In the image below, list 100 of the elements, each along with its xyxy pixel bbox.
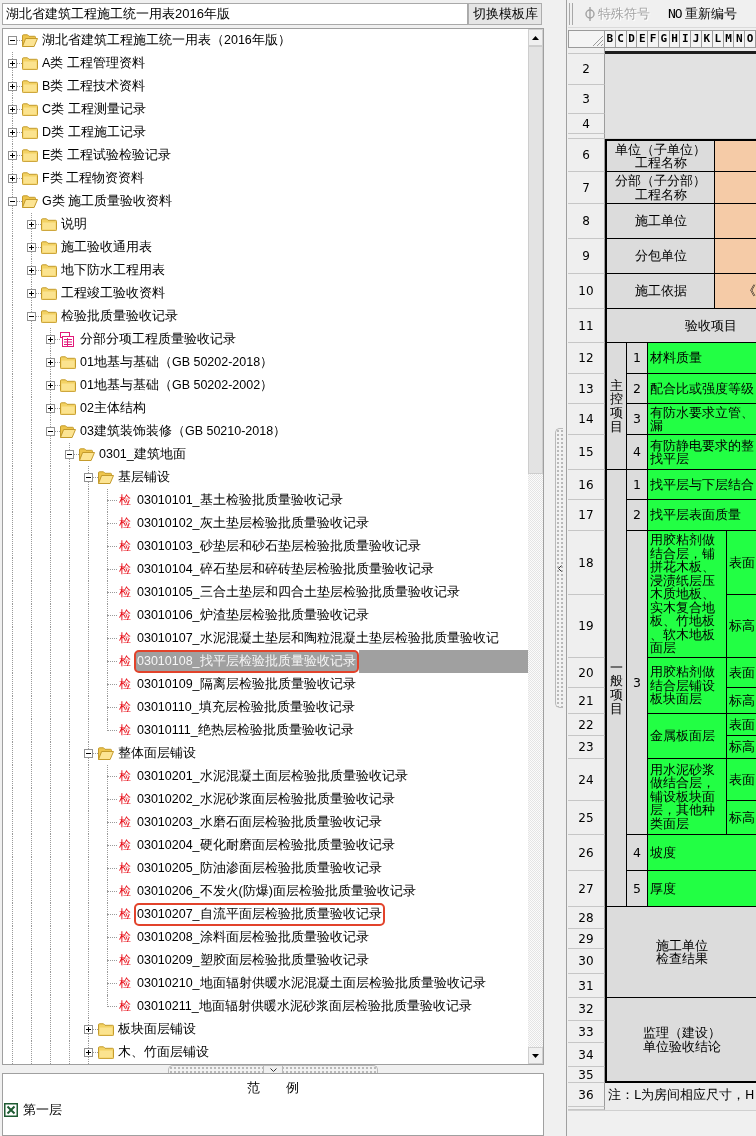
scroll-up-button[interactable]: [528, 29, 543, 46]
tree-item[interactable]: 施工验收通用表: [58, 236, 155, 259]
plus-box-icon[interactable]: [84, 1025, 93, 1034]
tree-item[interactable]: 03010202_水泥砂浆面层检验批质量验收记录: [134, 788, 398, 811]
library-field[interactable]: 湖北省建筑工程施工统一用表2016年版: [2, 3, 468, 25]
row-header[interactable]: 23: [568, 736, 605, 759]
tree-item[interactable]: 03010101_基土检验批质量验收记录: [134, 489, 346, 512]
row-header[interactable]: 18: [568, 531, 605, 595]
minus-box-icon[interactable]: [65, 450, 74, 459]
tree-item[interactable]: 说明: [58, 213, 90, 236]
tree-item[interactable]: 03010201_水泥混凝土面层检验批质量验收记录: [134, 765, 411, 788]
row-header[interactable]: 24: [568, 759, 605, 801]
plus-box-icon[interactable]: [46, 358, 55, 367]
row-header[interactable]: 8: [568, 204, 605, 239]
row-header[interactable]: 3: [568, 85, 605, 114]
tree-item[interactable]: 03010105_三合土垫层和四合土垫层检验批质量验收记录: [134, 581, 463, 604]
plus-box-icon[interactable]: [8, 82, 17, 91]
tree-item[interactable]: 03010110_填充层检验批质量验收记录: [134, 696, 358, 719]
row-header[interactable]: 14: [568, 404, 605, 435]
value-field[interactable]: [715, 204, 756, 239]
tree-item[interactable]: 01地基与基础（GB 50202-2002）: [77, 374, 277, 397]
splitter-handle[interactable]: [555, 428, 563, 708]
row-header[interactable]: 36: [568, 1083, 605, 1107]
tree-item[interactable]: 03010206_不发火(防爆)面层检验批质量验收记录: [134, 880, 419, 903]
value-field[interactable]: [715, 139, 756, 172]
plus-box-icon[interactable]: [27, 266, 36, 275]
row-header[interactable]: 21: [568, 688, 605, 714]
column-header[interactable]: F: [648, 30, 659, 48]
plus-box-icon[interactable]: [46, 335, 55, 344]
column-header[interactable]: G: [658, 30, 670, 48]
row-header[interactable]: 25: [568, 801, 605, 835]
tree-item[interactable]: 03010106_炉渣垫层检验批质量验收记录: [134, 604, 372, 627]
column-header[interactable]: O: [745, 30, 756, 48]
tree-item[interactable]: 湖北省建筑工程施工统一用表（2016年版）: [39, 29, 294, 52]
row-header[interactable]: 33: [568, 1021, 605, 1043]
scrollbar-thumb[interactable]: [528, 46, 543, 474]
tree-item[interactable]: A类 工程管理资料: [39, 52, 148, 75]
tree-item[interactable]: 板块面层铺设: [115, 1018, 199, 1041]
row-header[interactable]: 9: [568, 239, 605, 274]
tree-item[interactable]: 整体面层铺设: [115, 742, 199, 765]
tree-item[interactable]: 工程竣工验收资料: [58, 282, 168, 305]
minus-box-icon[interactable]: [8, 197, 17, 206]
column-header[interactable]: L: [712, 30, 724, 48]
row-header[interactable]: 2: [568, 54, 605, 85]
minus-box-icon[interactable]: [27, 312, 36, 321]
tree-item[interactable]: 地下防水工程用表: [58, 259, 168, 282]
tree-item[interactable]: 03010102_灰土垫层检验批质量验收记录: [134, 512, 372, 535]
scroll-down-button[interactable]: [528, 1047, 543, 1064]
tree-item[interactable]: 03010107_水泥混凝土垫层和陶粒混凝土垫层检验批质量验收记: [134, 627, 502, 650]
toolbar-button[interactable]: NO 重新编号: [664, 1, 741, 26]
tree-item[interactable]: G类 施工质量验收资料: [39, 190, 176, 213]
tree-item[interactable]: 03010207_自流平面层检验批质量验收记录: [134, 903, 385, 926]
row-header[interactable]: 32: [568, 998, 605, 1021]
row-header[interactable]: 17: [568, 500, 605, 531]
row-header[interactable]: 6: [568, 139, 605, 172]
plus-box-icon[interactable]: [8, 151, 17, 160]
plus-box-icon[interactable]: [46, 381, 55, 390]
plus-box-icon[interactable]: [8, 105, 17, 114]
row-header[interactable]: 19: [568, 595, 605, 658]
row-header[interactable]: 29: [568, 929, 605, 949]
row-header[interactable]: 12: [568, 343, 605, 374]
plus-box-icon[interactable]: [27, 243, 36, 252]
tree-item[interactable]: 木、竹面层铺设: [115, 1041, 212, 1064]
tree-item[interactable]: C类 工程测量记录: [39, 98, 149, 121]
tree-item[interactable]: D类 工程施工记录: [39, 121, 149, 144]
row-header[interactable]: 27: [568, 871, 605, 907]
tree-item[interactable]: 03010211_地面辐射供暖水泥砂浆面层检验批质量验收记录: [134, 995, 475, 1018]
row-header[interactable]: 20: [568, 658, 605, 688]
tree-item[interactable]: 03010111_绝热层检验批质量验收记录: [134, 719, 357, 742]
row-header[interactable]: 30: [568, 949, 605, 974]
tree-item[interactable]: 03建筑装饰装修（GB 50210-2018）: [77, 420, 290, 443]
tree-item[interactable]: 02主体结构: [77, 397, 149, 420]
tree-item[interactable]: 分部分项工程质量验收记录: [77, 328, 239, 351]
minus-box-icon[interactable]: [84, 749, 93, 758]
switch-library-button[interactable]: 切换模板库: [468, 3, 542, 25]
minus-box-icon[interactable]: [46, 427, 55, 436]
plus-box-icon[interactable]: [84, 1048, 93, 1057]
row-header[interactable]: 34: [568, 1043, 605, 1067]
row-header[interactable]: 11: [568, 309, 605, 343]
plus-box-icon[interactable]: [27, 289, 36, 298]
row-header[interactable]: 28: [568, 907, 605, 929]
row-header[interactable]: 16: [568, 470, 605, 500]
tree-item[interactable]: 03010209_塑胶面层检验批质量验收记录: [134, 949, 372, 972]
plus-box-icon[interactable]: [8, 174, 17, 183]
column-header[interactable]: C: [615, 30, 627, 48]
minus-box-icon[interactable]: [8, 36, 17, 45]
row-header[interactable]: 26: [568, 835, 605, 871]
row-header[interactable]: 13: [568, 374, 605, 404]
tree-item[interactable]: B类 工程技术资料: [39, 75, 148, 98]
row-header[interactable]: 7: [568, 172, 605, 204]
tree-item[interactable]: 0301_建筑地面: [96, 443, 189, 466]
tree-item[interactable]: 03010204_硬化耐磨面层检验批质量验收记录: [134, 834, 398, 857]
splitter-handle[interactable]: [168, 1065, 378, 1073]
tree-item[interactable]: 03010210_地面辐射供暖水泥混凝土面层检验批质量验收记录: [134, 972, 489, 995]
tree-item[interactable]: 03010203_水磨石面层检验批质量验收记录: [134, 811, 385, 834]
row-header[interactable]: 10: [568, 274, 605, 309]
row-header[interactable]: 15: [568, 435, 605, 470]
tree-item[interactable]: 01地基与基础（GB 50202-2018）: [77, 351, 277, 374]
plus-box-icon[interactable]: [46, 404, 55, 413]
value-field[interactable]: [715, 239, 756, 274]
